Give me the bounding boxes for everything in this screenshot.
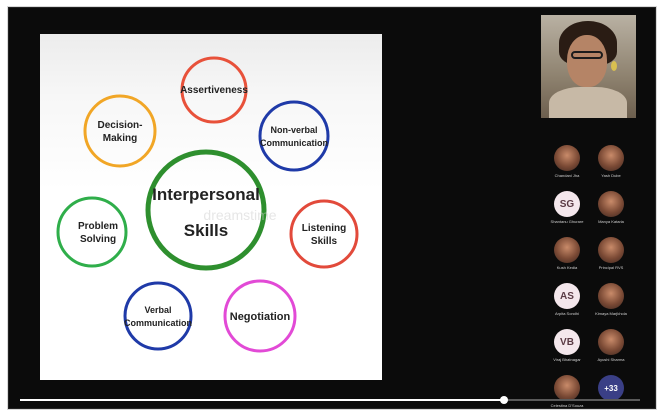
participant-name: Chandani Jha: [554, 173, 580, 178]
participant-grid: Chandani Jha Yash Dube SG Shantanu Ghura…: [545, 145, 640, 410]
avatar: [598, 329, 624, 355]
participant-name: Kimaya Marjkhola: [595, 311, 627, 316]
svg-text:Verbal: Verbal: [144, 305, 171, 315]
avatar: [598, 283, 624, 309]
svg-text:Decision-: Decision-: [97, 120, 142, 131]
skill-verbal-communication: Verbal Communication: [123, 281, 193, 351]
skill-non-verbal-communication: Non-verbal Communication: [258, 100, 330, 172]
participant-tile[interactable]: SG Shantanu Ghurare: [545, 191, 589, 235]
center-label-line2: Skills: [184, 221, 228, 240]
avatar: [598, 237, 624, 263]
avatar-initials: SG: [554, 191, 580, 217]
svg-text:Communication: Communication: [124, 318, 192, 328]
playback-progress-bar[interactable]: [20, 396, 640, 404]
center-label-line1: Interpersonal: [152, 185, 260, 204]
avatar: [554, 237, 580, 263]
avatar: [598, 145, 624, 171]
participant-name: Viraj Bhatnagar: [553, 357, 581, 362]
svg-text:Solving: Solving: [80, 234, 116, 245]
participant-name: Celestina D'Souza: [550, 403, 584, 408]
participant-name: Shantanu Ghurare: [550, 219, 584, 224]
participant-name: Principal RVS: [598, 265, 624, 270]
svg-text:Assertiveness: Assertiveness: [180, 85, 248, 96]
participant-tile[interactable]: Principal RVS: [589, 237, 633, 281]
participant-tile[interactable]: AS Arpita Sondhi: [545, 283, 589, 327]
participant-name: Arpita Sondhi: [554, 311, 579, 316]
skill-negotiation: Negotiation: [223, 279, 297, 353]
participant-tile[interactable]: Kimaya Marjkhola: [589, 283, 633, 327]
svg-text:Non-verbal: Non-verbal: [270, 125, 317, 135]
participant-tile[interactable]: Chandani Jha: [545, 145, 589, 189]
participant-tile[interactable]: Celestina D'Souza: [545, 375, 589, 419]
more-participants-button[interactable]: +33: [589, 375, 633, 419]
participant-tile[interactable]: VB Viraj Bhatnagar: [545, 329, 589, 373]
participant-tile[interactable]: Manya Kataria: [589, 191, 633, 235]
speaker-glasses: [571, 51, 603, 59]
speaker-body: [549, 87, 627, 118]
avatar: [554, 145, 580, 171]
svg-text:Negotiation: Negotiation: [230, 311, 291, 323]
participant-tile[interactable]: Kush Kedia: [545, 237, 589, 281]
participant-name: Yash Dube: [601, 173, 621, 178]
participant-name: Manya Kataria: [598, 219, 624, 224]
skill-problem-solving: Problem Solving: [56, 196, 128, 268]
svg-text:Listening: Listening: [302, 223, 346, 234]
participant-name: Kush Kedia: [556, 265, 578, 270]
avatar-initials: VB: [554, 329, 580, 355]
speaker-earring: [611, 61, 617, 71]
svg-text:Communication: Communication: [260, 138, 328, 148]
svg-text:Making: Making: [103, 133, 137, 144]
shared-slide: Interpersonal Skills dreamstime Assertiv…: [40, 34, 382, 380]
playback-scrubber-handle[interactable]: [499, 396, 508, 404]
avatar: [554, 375, 580, 401]
skill-decision-making: Decision- Making: [83, 94, 157, 168]
playback-progress-fill: [20, 399, 504, 401]
speaker-face: [567, 35, 607, 87]
avatar: [598, 191, 624, 217]
participant-name: Ayushi Sharma: [597, 357, 625, 362]
svg-text:Skills: Skills: [311, 236, 338, 247]
avatar-initials: AS: [554, 283, 580, 309]
left-margin: [0, 0, 8, 412]
participant-tile[interactable]: Yash Dube: [589, 145, 633, 189]
interpersonal-skills-diagram: Interpersonal Skills dreamstime Assertiv…: [56, 56, 359, 353]
speaker-video-tile[interactable]: [541, 15, 636, 118]
watermark: dreamstime: [203, 207, 276, 223]
participant-tile[interactable]: Ayushi Sharma: [589, 329, 633, 373]
skill-listening-skills: Listening Skills: [289, 199, 359, 269]
skill-assertiveness: Assertiveness: [180, 56, 248, 124]
svg-text:Problem: Problem: [78, 221, 118, 232]
more-participants-count: +33: [598, 375, 624, 401]
